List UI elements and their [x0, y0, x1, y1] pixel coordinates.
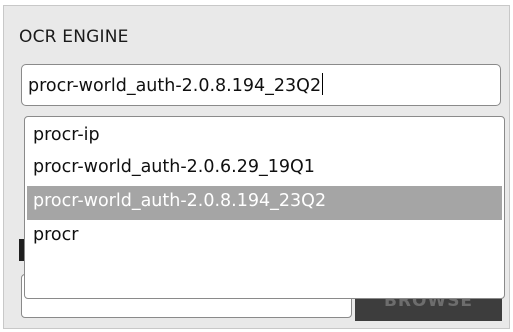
ocr-engine-value: procr-world_auth-2.0.8.194_23Q2 — [28, 76, 322, 96]
ocr-engine-option[interactable]: procr — [27, 220, 502, 254]
ocr-engine-option[interactable]: procr-world_auth-2.0.6.29_19Q1 — [27, 152, 502, 186]
ocr-engine-option-selected[interactable]: procr-world_auth-2.0.8.194_23Q2 — [27, 186, 502, 220]
text-caret — [322, 73, 324, 95]
ocr-engine-panel: OCR ENGINE procr-world_auth-2.0.8.194_23… — [3, 5, 510, 329]
ocr-engine-dropdown-list[interactable]: procr-ip procr-world_auth-2.0.6.29_19Q1 … — [24, 116, 505, 299]
ocr-engine-option[interactable]: procr-ip — [27, 120, 502, 154]
ocr-engine-select-input[interactable]: procr-world_auth-2.0.8.194_23Q2 — [21, 64, 501, 106]
ocr-engine-label: OCR ENGINE — [19, 27, 129, 47]
